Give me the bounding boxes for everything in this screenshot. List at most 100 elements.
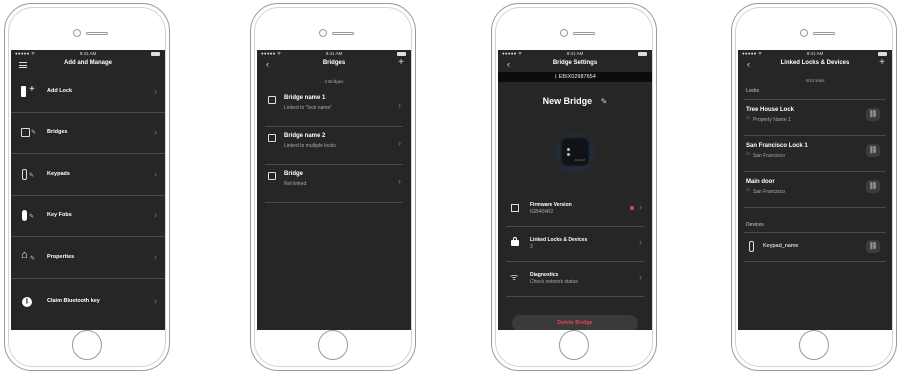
link-icon[interactable]: ⛓ (866, 108, 880, 121)
status-time: 9:41 AM (79, 51, 97, 56)
lock-icon (509, 237, 521, 249)
locks-section-header: Locks (746, 88, 760, 94)
add-icon[interactable]: + (398, 57, 404, 69)
locks-list: Tree House Lock ⌂ Property Name 1 ⛓ San Fran… (738, 99, 892, 208)
add-manage-item[interactable]: ✎ Keypads › (11, 154, 165, 196)
lock-property: San Francisco (753, 153, 785, 159)
lock-property: San Francisco (753, 189, 785, 195)
add-manage-item[interactable]: ᛒ Claim Bluetooth key › (11, 279, 165, 325)
page-title: Linked Locks & Devices (780, 60, 850, 66)
page-title: Bridges (322, 60, 346, 66)
edit-name-icon[interactable]: ✎ (601, 97, 608, 106)
linked-lock-item[interactable]: San Francisco Lock 1 ⌂ San Francisco ⛓ (744, 136, 886, 172)
setting-title: Firmware Version (530, 202, 572, 208)
home-button[interactable] (318, 330, 348, 360)
add-manage-item-label: Keypads (47, 170, 70, 177)
bridge-device-box: AUGUST (562, 139, 588, 165)
serial-number: EBIX02987654 (558, 74, 596, 80)
chevron-right-icon: › (154, 296, 157, 306)
bridge-subtitle: Linked to "lock name" (284, 105, 333, 111)
bridge-setting-row[interactable]: Linked Locks & Devices 3 › (506, 227, 644, 262)
lock-add-icon: + (21, 84, 37, 98)
nav-bar: ‹ Linked Locks & Devices + (738, 57, 892, 72)
home-button[interactable] (72, 330, 102, 360)
chevron-right-icon: › (154, 251, 157, 262)
chevron-right-icon: › (639, 237, 642, 247)
add-manage-item[interactable]: ⌂ ✎ Properties › (11, 237, 165, 279)
house-icon: ⌂ (746, 151, 750, 157)
link-icon[interactable]: ⛓ (866, 240, 880, 253)
setting-title: Diagnostics (530, 272, 559, 278)
home-button[interactable] (799, 330, 829, 360)
screen-bridges: ●●●●● ᯤ 9:41 AM ‹ Bridges + 3 Bridges Br… (257, 50, 411, 330)
screen-linked-locks: ●●●●● ᯤ 9:41 AM ‹ Linked Locks & Devices… (738, 50, 892, 330)
add-manage-item[interactable]: ✎ Bridges › (11, 113, 165, 154)
add-manage-item-label: Claim Bluetooth key (47, 298, 100, 304)
status-bar: ●●●●● ᯤ 9:41 AM (11, 50, 165, 58)
screen-add-and-manage: ●●●●● ᯤ 9:41 AM Add and Manage + Add Lock… (11, 50, 165, 330)
add-manage-item[interactable]: + Add Lock › (11, 72, 165, 113)
chevron-right-icon: › (154, 210, 157, 220)
phone-frame-1: ●●●●● ᯤ 9:41 AM Add and Manage + Add Lock… (4, 3, 170, 371)
nav-bar: ‹ Bridges + (257, 57, 411, 72)
battery-icon (151, 52, 160, 56)
chevron-right-icon: › (398, 138, 401, 148)
bridge-count: 3 Bridges (324, 79, 344, 84)
battery-icon (397, 52, 406, 56)
bluetooth-icon: ᛒ (554, 74, 558, 80)
chevron-right-icon: › (639, 272, 642, 282)
camera-dot (800, 29, 808, 37)
update-alert-dot (630, 206, 634, 210)
chevron-right-icon: › (398, 176, 401, 186)
status-time: 9:41 AM (566, 51, 584, 56)
add-icon[interactable]: + (879, 57, 885, 69)
lock-name: Tree House Lock (746, 107, 795, 113)
link-icon[interactable]: ⛓ (866, 180, 880, 193)
wifi-icon: ᯤ (510, 272, 519, 282)
bridge-subtitle: Linked to multiple locks (284, 143, 336, 149)
bridge-icon (268, 172, 276, 180)
bluetooth-icon: ᛒ (21, 296, 37, 308)
device-led (567, 153, 570, 156)
chevron-right-icon: › (639, 202, 642, 212)
battery-icon (638, 52, 647, 56)
bridge-name: Bridge name 1 (284, 95, 326, 101)
ear-speaker (86, 32, 108, 35)
bridge-subtitle: Not linked (284, 181, 307, 187)
linked-lock-item[interactable]: Main door ⌂ San Francisco ⛓ (744, 172, 886, 208)
bridge-settings-list: Firmware Version IGB404R2 › Linked Locks & … (498, 192, 652, 297)
add-manage-item-label: Properties (47, 253, 75, 260)
bridge-list: Bridge name 1 Linked to "lock name" › Bridg… (257, 89, 411, 203)
add-manage-item[interactable]: ✎ Key Fobs › (11, 196, 165, 237)
bridge-setting-row[interactable]: ᯤ Diagnostics Check network status › (506, 262, 644, 297)
delete-bridge-button[interactable]: Delete Bridge (512, 315, 638, 330)
linked-lock-item[interactable]: Tree House Lock ⌂ Property Name 1 ⛓ (744, 99, 886, 136)
linked-device-item[interactable]: Keypad_name ⛓ (744, 232, 886, 262)
device-name: Keypad_name (763, 243, 799, 249)
bridge-icon (268, 96, 276, 104)
bridge-list-item[interactable]: Bridge name 1 Linked to "lock name" › (265, 89, 403, 127)
chevron-right-icon: › (154, 168, 157, 179)
device-brand-label: AUGUST (574, 159, 585, 162)
ear-speaker (573, 32, 595, 35)
add-manage-item-label: Add Lock (47, 88, 73, 94)
phone-frame-3: ●●●●● ᯤ 9:41 AM ‹ Bridge Settings ᛒ EBIX… (491, 3, 657, 371)
bridge-name: Bridge name 2 (284, 133, 326, 139)
battery-icon (878, 52, 887, 56)
phone-frame-2: ●●●●● ᯤ 9:41 AM ‹ Bridges + 3 Bridges Br… (250, 3, 416, 371)
bridge-device-image: AUGUST (554, 132, 596, 174)
lock-name: Main door (746, 179, 775, 185)
add-manage-item-label: Key Fobs (47, 212, 72, 218)
bridge-list-item[interactable]: Bridge name 2 Linked to multiple locks › (265, 127, 403, 165)
bridge-list-item[interactable]: Bridge Not linked › (265, 165, 403, 203)
link-icon[interactable]: ⛓ (866, 144, 880, 157)
chevron-right-icon: › (154, 86, 157, 96)
delete-bridge-label: Delete Bridge (557, 320, 593, 326)
serial-bar: ᛒ EBIX02987654 (498, 72, 652, 82)
status-time: 9:41 AM (806, 51, 824, 56)
status-time: 9:41 AM (325, 51, 343, 56)
link-count: 4/10 links (805, 78, 825, 83)
camera-dot (560, 29, 568, 37)
bridge-setting-row[interactable]: Firmware Version IGB404R2 › (506, 192, 644, 227)
home-button[interactable] (559, 330, 589, 360)
